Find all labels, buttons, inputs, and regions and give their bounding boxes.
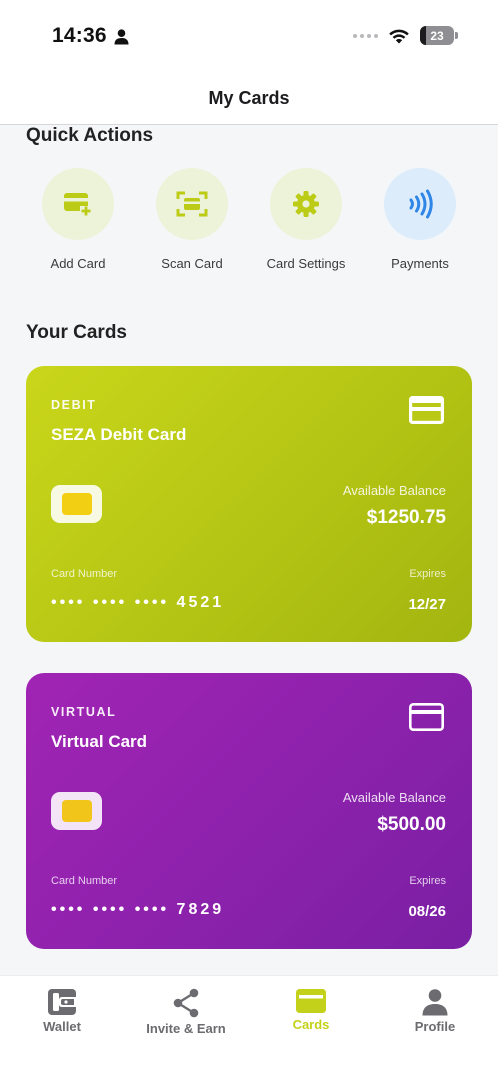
nav-header: My Cards (0, 74, 498, 125)
cellular-signal-icon (353, 33, 378, 38)
person-icon (422, 989, 448, 1016)
scan-card-label: Scan Card (161, 256, 223, 271)
card-name: SEZA Debit Card (51, 425, 187, 444)
payments-icon-circle (384, 168, 456, 240)
your-cards-title: Your Cards (26, 322, 128, 343)
battery-level: 23 (430, 28, 444, 43)
card-type: DEBIT (51, 398, 97, 412)
status-bar: 14:36 23 (0, 0, 498, 74)
tab-profile[interactable]: Profile (373, 976, 497, 1046)
card-settings-icon-circle (270, 168, 342, 240)
card-number: •••• •••• •••• 4521 (51, 594, 225, 611)
tab-bar: Wallet Invite & Earn Cards Profile (0, 975, 498, 1080)
expires-label: Expires (409, 568, 446, 580)
card-number-label: Card Number (51, 568, 118, 580)
tab-cards-label: Cards (292, 1017, 330, 1032)
tab-profile-label: Profile (414, 1019, 456, 1034)
debit-card[interactable]: DEBIT SEZA Debit Card Available Balance … (26, 366, 472, 642)
expires-value: 08/26 (408, 903, 446, 920)
add-card-icon (64, 193, 92, 216)
card-settings-label: Card Settings (266, 256, 346, 271)
tab-cards[interactable]: Cards (249, 976, 373, 1046)
contactless-icon (409, 189, 433, 219)
quick-actions-row: Add Card Scan Card Card Settings Payment… (0, 168, 498, 278)
tab-wallet-label: Wallet (43, 1019, 81, 1034)
tab-invite-earn-label: Invite & Earn (146, 1021, 226, 1036)
payments-label: Payments (391, 256, 449, 271)
person-status-icon (114, 29, 129, 45)
quick-actions-title: Quick Actions (26, 125, 154, 146)
tab-wallet[interactable]: Wallet (0, 976, 124, 1046)
status-time: 14:36 (52, 24, 107, 47)
card-type: VIRTUAL (51, 705, 117, 719)
wifi-icon (389, 29, 409, 43)
balance-value: $1250.75 (366, 507, 446, 528)
balance-label: Available Balance (342, 790, 446, 805)
page-title: My Cards (208, 87, 290, 108)
scan-card-icon (176, 191, 208, 217)
card-icon (409, 396, 444, 424)
card-name: Virtual Card (51, 732, 148, 751)
card-number: •••• •••• •••• 7829 (51, 901, 225, 918)
card-settings-action[interactable]: Card Settings (246, 168, 366, 271)
expires-label: Expires (409, 875, 446, 887)
expires-value: 12/27 (408, 596, 446, 613)
virtual-card[interactable]: VIRTUAL Virtual Card Available Balance $… (26, 673, 472, 949)
gear-icon (293, 191, 319, 217)
balance-value: $500.00 (377, 814, 446, 835)
balance-label: Available Balance (342, 483, 446, 498)
tab-invite-earn[interactable]: Invite & Earn (124, 976, 248, 1046)
scan-card-icon-circle (156, 168, 228, 240)
card-number-label: Card Number (51, 875, 118, 887)
payments-action[interactable]: Payments (360, 168, 480, 271)
scan-card-action[interactable]: Scan Card (132, 168, 252, 271)
add-card-action[interactable]: Add Card (18, 168, 138, 271)
wallet-icon (48, 989, 76, 1015)
status-indicators: 23 (353, 26, 458, 45)
card-chip (51, 485, 102, 523)
add-card-icon-circle (42, 168, 114, 240)
add-card-label: Add Card (50, 256, 106, 271)
card-icon (296, 989, 326, 1013)
card-chip (51, 792, 102, 830)
battery-nub (455, 32, 458, 39)
card-icon (409, 703, 444, 731)
battery-icon: 23 (420, 26, 454, 45)
share-icon (173, 988, 199, 1018)
